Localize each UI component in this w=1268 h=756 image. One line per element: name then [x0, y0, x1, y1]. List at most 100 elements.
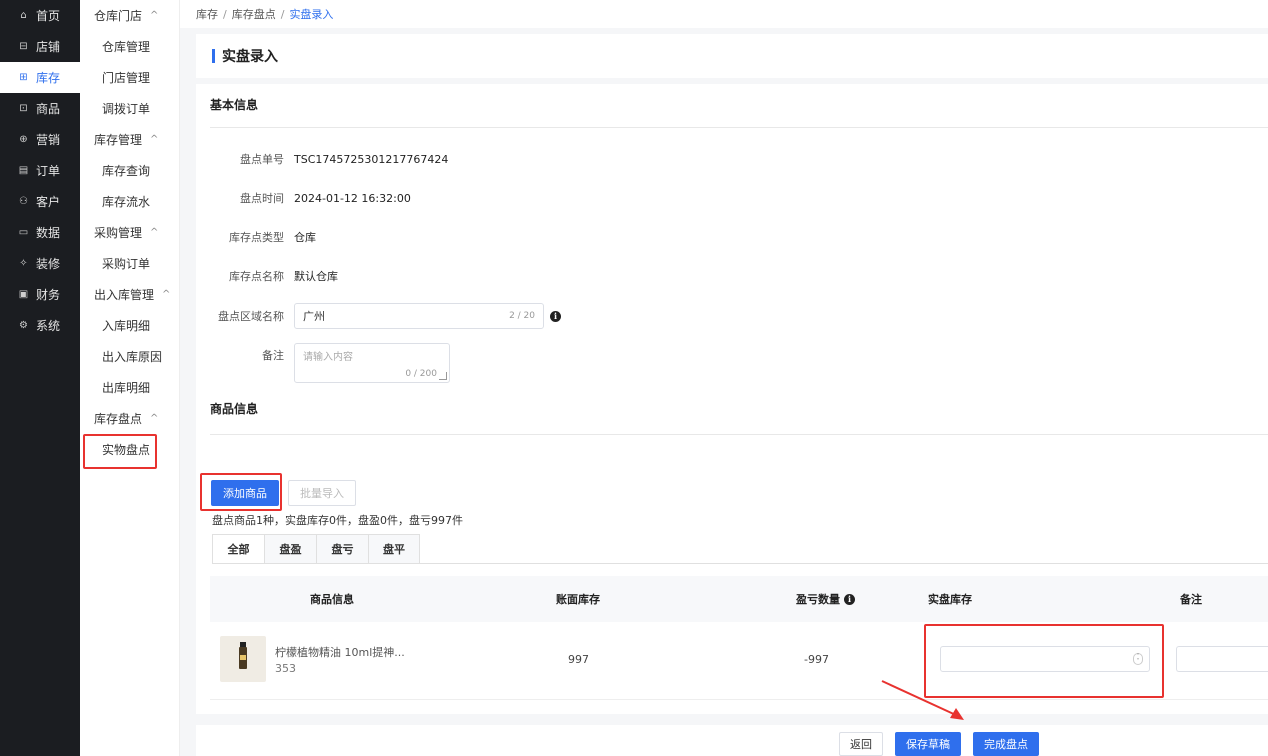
name-row: 库存点名称 默认仓库	[210, 263, 910, 289]
divider	[210, 434, 1268, 435]
sidebar-item-3[interactable]: ⊡ 商品	[0, 93, 80, 124]
subnav-item[interactable]: 门店管理	[80, 62, 179, 93]
oil-bottle-icon	[239, 642, 247, 669]
subnav-item[interactable]: 仓库管理	[80, 31, 179, 62]
type-label: 库存点类型	[229, 231, 284, 244]
goods-info-title: 商品信息	[210, 402, 259, 416]
chevron-up-icon: ^	[150, 227, 159, 238]
subnav-item[interactable]: 出入库原因	[80, 341, 179, 372]
order-no-label: 盘点单号	[240, 153, 284, 166]
sidebar-item-9[interactable]: ▣ 财务	[0, 279, 80, 310]
add-goods-button[interactable]: 添加商品	[211, 480, 279, 506]
table-header: 商品信息 账面库存 盈亏数量 i 实盘库存 备注	[210, 576, 1268, 622]
sidebar-item-0[interactable]: ⌂ 首页	[0, 0, 80, 31]
subnav-group[interactable]: 库存盘点 ^	[80, 403, 179, 434]
tabs-underline	[212, 563, 1268, 564]
stocktake-summary: 盘点商品1种，实盘库存0件，盘盈0件，盘亏997件	[212, 514, 463, 527]
region-input-value: 广州	[303, 310, 325, 323]
subnav-group-label: 出入库管理	[94, 288, 155, 302]
subnav-item[interactable]: 实物盘点	[80, 434, 179, 469]
subnav-item[interactable]: 库存流水	[80, 186, 179, 217]
type-value: 仓库	[294, 231, 316, 244]
content-area: 实盘录入 基本信息 盘点单号 TSC1745725301217767424 盘点…	[196, 28, 1268, 756]
page-header: 实盘录入	[196, 34, 1268, 78]
sidebar-item-label: 商品	[36, 102, 61, 116]
inventory-icon: ⊞	[19, 72, 28, 83]
subnav-group[interactable]: 出入库管理 ^	[80, 279, 179, 310]
remark-row: 备注 请输入内容 0 / 200	[210, 343, 910, 383]
sidebar-item-10[interactable]: ⚙ 系统	[0, 310, 80, 341]
region-char-count: 2 / 20	[509, 311, 535, 321]
sidebar-item-label: 财务	[36, 288, 61, 302]
time-row: 盘点时间 2024-01-12 16:32:00	[210, 185, 910, 211]
col-diff-qty: 盈亏数量 i	[796, 576, 855, 622]
sidebar-item-5[interactable]: ▤ 订单	[0, 155, 80, 186]
row-remark-input[interactable]	[1176, 646, 1268, 672]
breadcrumb-item-stocktake[interactable]: 库存盘点	[232, 6, 276, 22]
batch-import-button[interactable]: 批量导入	[288, 480, 356, 506]
subnav-group[interactable]: 采购管理 ^	[80, 217, 179, 248]
sidebar-item-6[interactable]: ⚇ 客户	[0, 186, 80, 217]
title-accent-bar	[212, 49, 215, 63]
save-draft-button[interactable]: 保存草稿	[895, 732, 961, 756]
back-button[interactable]: 返回	[839, 732, 883, 756]
col-book-stock: 账面库存	[556, 593, 600, 606]
basic-info-title: 基本信息	[210, 98, 259, 112]
subnav-group-label: 库存盘点	[94, 412, 143, 426]
tab-even[interactable]: 盘平	[368, 534, 420, 564]
finance-icon: ▣	[18, 289, 29, 300]
remark-textarea[interactable]: 请输入内容 0 / 200	[294, 343, 450, 383]
resize-grip-icon[interactable]	[439, 372, 447, 380]
tab-all[interactable]: 全部	[212, 534, 264, 564]
complete-stocktake-button[interactable]: 完成盘点	[973, 732, 1039, 756]
info-icon[interactable]: i	[844, 593, 855, 605]
page-title: 实盘录入	[222, 49, 278, 65]
subnav-item[interactable]: 库存查询	[80, 155, 179, 186]
filter-tabs: 全部 盘盈 盘亏 盘平	[212, 534, 420, 564]
tab-loss[interactable]: 盘亏	[316, 534, 368, 564]
region-label: 盘点区域名称	[218, 310, 284, 323]
sidebar-item-label: 库存	[36, 71, 61, 85]
col-goods-info: 商品信息	[310, 593, 354, 606]
region-row: 盘点区域名称 广州 2 / 20 i	[210, 303, 910, 329]
sidebar-item-4[interactable]: ⊕ 营销	[0, 124, 80, 155]
region-input[interactable]: 广州 2 / 20	[294, 303, 544, 329]
sidebar-item-2[interactable]: ⊞ 库存	[0, 62, 80, 93]
stepper-icon[interactable]: ˄ ˅	[1133, 653, 1143, 665]
subnav-group-label: 采购管理	[94, 226, 143, 240]
subnav-item[interactable]: 入库明细	[80, 310, 179, 341]
col-remark: 备注	[1180, 593, 1202, 606]
sidebar-item-7[interactable]: ▭ 数据	[0, 217, 80, 248]
name-value: 默认仓库	[294, 270, 338, 283]
product-name[interactable]: 柠檬植物精油 10ml提神...	[275, 644, 405, 660]
sidebar-item-label: 数据	[36, 226, 61, 240]
col-diff-qty-label: 盈亏数量	[796, 593, 840, 606]
subnav-item[interactable]: 采购订单	[80, 248, 179, 279]
order-no-value: TSC1745725301217767424	[294, 152, 449, 166]
data-icon: ▭	[18, 227, 29, 238]
remark-char-count: 0 / 200	[405, 369, 437, 379]
chevron-up-icon: ^	[150, 413, 159, 424]
remark-label: 备注	[262, 349, 284, 362]
sidebar-item-label: 装修	[36, 257, 61, 271]
type-row: 库存点类型 仓库	[210, 224, 910, 250]
breadcrumb-item-inventory[interactable]: 库存	[196, 6, 218, 22]
actual-stock-input[interactable]: ˄ ˅	[940, 646, 1150, 672]
subnav-group-label: 仓库门店	[94, 9, 143, 23]
subnav-group[interactable]: 仓库门店 ^	[80, 0, 179, 31]
sidebar-item-1[interactable]: ⊟ 店铺	[0, 31, 80, 62]
goods-icon: ⊡	[19, 103, 28, 114]
order-no-row: 盘点单号 TSC1745725301217767424	[210, 146, 910, 172]
sidebar-item-8[interactable]: ✧ 装修	[0, 248, 80, 279]
subnav-group[interactable]: 库存管理 ^	[80, 124, 179, 155]
decorate-icon: ✧	[19, 258, 28, 269]
subnav-item[interactable]: 调拨订单	[80, 93, 179, 124]
subnav-group-label: 库存管理	[94, 133, 143, 147]
subnav-item[interactable]: 出库明细	[80, 372, 179, 403]
tab-surplus[interactable]: 盘盈	[264, 534, 316, 564]
product-thumbnail	[220, 636, 266, 682]
info-icon[interactable]: i	[550, 310, 561, 322]
breadcrumb-current: 实盘录入	[289, 8, 334, 21]
stocktake-form: 基本信息 盘点单号 TSC1745725301217767424 盘点时间 20…	[196, 84, 1268, 714]
sidebar-item-label: 首页	[36, 9, 61, 23]
